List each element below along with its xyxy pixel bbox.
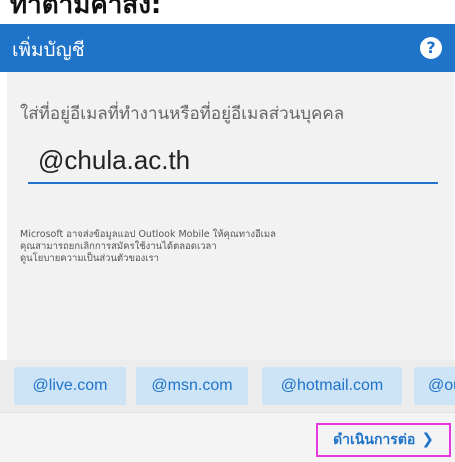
domain-chip-live[interactable]: @live.com: [14, 367, 126, 405]
top-caption-text: ทำตามคำสั่ง:: [10, 0, 162, 20]
page-title: เพิ่มบัญชี: [12, 39, 85, 61]
help-icon[interactable]: ?: [420, 37, 442, 59]
disclaimer-line: Microsoft อาจส่งข้อมูลแอป Outlook Mobile…: [20, 229, 276, 240]
email-field[interactable]: [28, 138, 438, 184]
domain-chip-bar: @live.com @msn.com @hotmail.com @outlook…: [0, 360, 455, 412]
domain-chip-msn[interactable]: @msn.com: [136, 367, 248, 405]
continue-button[interactable]: ดำเนินการต่อ ❯: [316, 423, 451, 457]
disclaimer: Microsoft อาจส่งข้อมูลแอป Outlook Mobile…: [20, 229, 420, 265]
disclaimer-line: คุณสามารถยกเลิกการสมัครใช้งานได้ตลอดเวลา: [20, 241, 217, 252]
continue-label: ดำเนินการต่อ: [333, 432, 416, 448]
footer-bar: ดำเนินการต่อ ❯: [0, 412, 455, 462]
privacy-link[interactable]: ดูนโยบายความเป็นส่วนตัวของเรา: [20, 253, 420, 265]
top-caption: ทำตามคำสั่ง:: [0, 0, 455, 24]
domain-chip-hotmail[interactable]: @hotmail.com: [262, 367, 402, 405]
chevron-right-icon: ❯: [421, 430, 434, 448]
email-prompt: ใส่ที่อยู่อีเมลที่ทำงานหรือที่อยู่อีเมลส…: [20, 104, 345, 124]
app-header: เพิ่มบัญชี ?: [0, 24, 455, 72]
domain-chip-outlook[interactable]: @outlook.com: [414, 367, 455, 405]
